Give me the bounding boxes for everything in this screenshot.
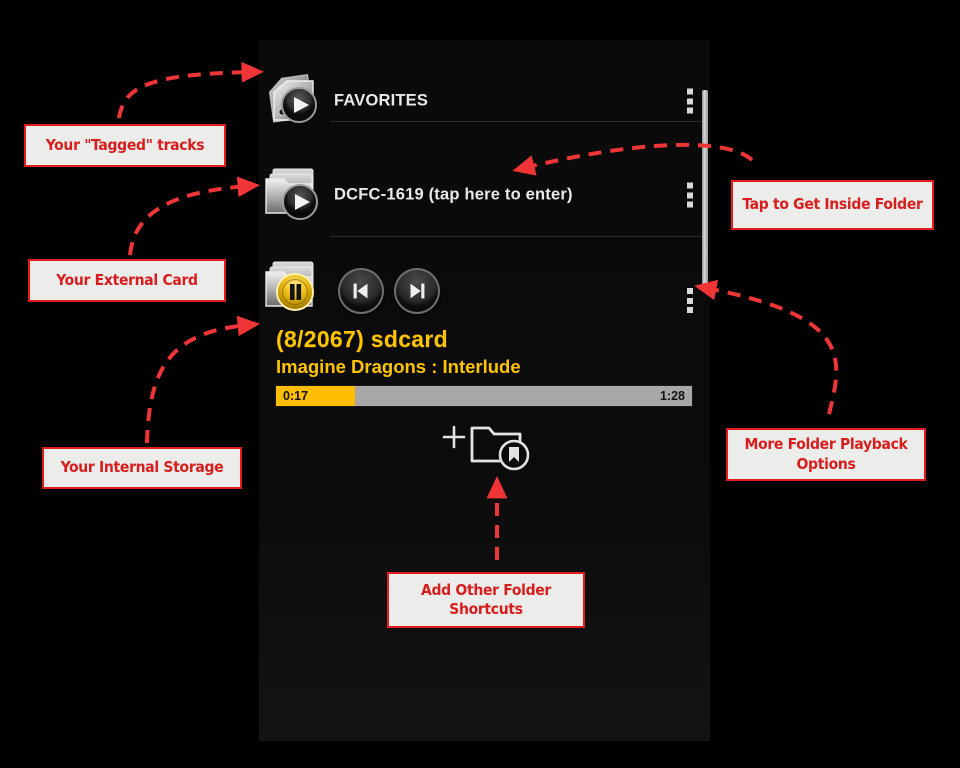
overflow-menu-icon[interactable] xyxy=(686,288,693,313)
previous-track-button[interactable] xyxy=(338,268,384,314)
folder-play-icon xyxy=(262,163,330,227)
folder-pause-icon[interactable] xyxy=(262,258,330,322)
playback-progress-bar[interactable]: 0:17 1:28 xyxy=(275,385,693,407)
list-item-dcfc-1619[interactable]: DCFC-1619 (tap here to enter) xyxy=(259,156,710,234)
elapsed-time: 0:17 xyxy=(283,389,309,403)
row-divider xyxy=(330,121,702,122)
now-playing-title: (8/2067) sdcard xyxy=(276,326,448,352)
list-item-label: FAVORITES xyxy=(334,91,429,110)
arrow-playback-options xyxy=(694,279,839,415)
add-folder-shortcut-button[interactable] xyxy=(434,415,539,475)
callout-add-shortcuts: Add Other Folder Shortcuts xyxy=(387,572,585,628)
callout-inside-folder: Tap to Get Inside Folder xyxy=(731,180,934,230)
vertical-scrollbar[interactable] xyxy=(702,90,708,290)
now-playing-row xyxy=(259,256,710,326)
list-item-favorites[interactable]: FAVORITES xyxy=(259,62,710,140)
callout-playback-options: More Folder Playback Options xyxy=(726,428,926,481)
overflow-menu-icon[interactable] xyxy=(686,182,693,208)
callout-tagged-tracks: Your "Tagged" tracks xyxy=(24,124,226,167)
tag-play-icon xyxy=(262,69,330,133)
arrow-tagged-tracks xyxy=(117,61,264,119)
scrollbar-thumb[interactable] xyxy=(702,90,708,286)
screenshot-root: FAVORITES DCFC-1619 (tap here to enter) … xyxy=(0,0,960,768)
next-track-button[interactable] xyxy=(394,268,440,314)
arrow-internal-storage xyxy=(145,315,260,444)
callout-external-card: Your External Card xyxy=(28,259,226,302)
now-playing-subtitle: Imagine Dragons : Interlude xyxy=(276,356,521,377)
callout-internal-storage: Your Internal Storage xyxy=(42,447,242,489)
overflow-menu-icon[interactable] xyxy=(686,88,693,114)
list-item-label: DCFC-1619 (tap here to enter) xyxy=(334,185,573,204)
total-time: 1:28 xyxy=(659,389,685,403)
row-divider xyxy=(330,236,702,237)
arrow-external-card xyxy=(128,176,260,256)
music-player-app-panel: FAVORITES DCFC-1619 (tap here to enter) … xyxy=(259,40,710,741)
